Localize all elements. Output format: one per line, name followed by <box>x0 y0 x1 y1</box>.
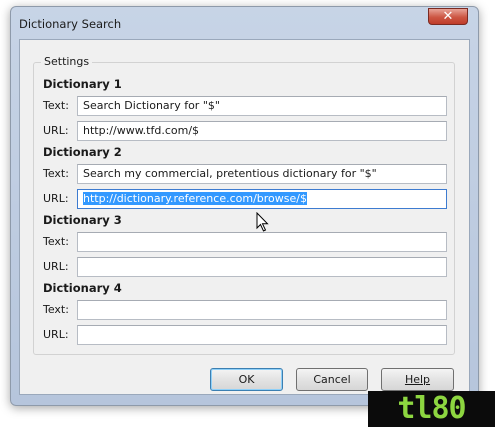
dictionary-4-heading: Dictionary 4 <box>43 281 122 295</box>
help-button[interactable]: Help <box>381 368 454 391</box>
dictionary-3-url-label: URL: <box>43 260 69 273</box>
dictionary-search-dialog: Dictionary Search ✕ Settings Dictionary … <box>10 6 479 406</box>
dictionary-3-text-label: Text: <box>43 235 69 248</box>
dictionary-4-text-field[interactable] <box>77 300 447 320</box>
dictionary-1-heading: Dictionary 1 <box>43 77 122 91</box>
ok-button[interactable]: OK <box>210 368 283 391</box>
dictionary-1-text-field[interactable]: Search Dictionary for "$" <box>77 96 447 116</box>
close-icon[interactable]: ✕ <box>428 8 468 25</box>
dictionary-3-heading: Dictionary 3 <box>43 213 122 227</box>
dictionary-2-text-field[interactable]: Search my commercial, pretentious dictio… <box>77 164 447 184</box>
settings-legend: Settings <box>41 55 93 68</box>
tl80-watermark-logo: tl80 <box>368 391 495 427</box>
dictionary-1-url-label: URL: <box>43 124 69 137</box>
dictionary-2-heading: Dictionary 2 <box>43 145 122 159</box>
selected-url-text: http://dictionary.reference.com/browse/$ <box>83 192 307 205</box>
dictionary-3-url-field[interactable] <box>77 257 447 277</box>
dictionary-2-url-label: URL: <box>43 192 69 205</box>
cancel-button[interactable]: Cancel <box>296 368 368 391</box>
dictionary-3-text-field[interactable] <box>77 232 447 252</box>
dictionary-2-text-label: Text: <box>43 167 69 180</box>
mouse-cursor-icon <box>256 212 269 232</box>
dictionary-4-url-label: URL: <box>43 328 69 341</box>
dictionary-4-text-label: Text: <box>43 303 69 316</box>
window-title: Dictionary Search <box>19 17 122 31</box>
dialog-client-area: Settings Dictionary 1 Text: Search Dicti… <box>19 39 470 395</box>
dictionary-4-url-field[interactable] <box>77 325 447 345</box>
dictionary-1-url-field[interactable]: http://www.tfd.com/$ <box>77 121 447 141</box>
dictionary-2-url-field[interactable]: http://dictionary.reference.com/browse/$ <box>77 189 447 209</box>
dictionary-1-text-label: Text: <box>43 99 69 112</box>
